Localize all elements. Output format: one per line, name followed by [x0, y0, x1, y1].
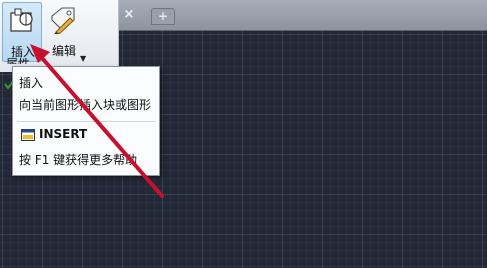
- edit-label: 编辑: [51, 44, 76, 58]
- close-tab-icon[interactable]: ×: [122, 8, 136, 22]
- new-tab-button[interactable]: +: [151, 8, 175, 25]
- tooltip-title: 插入: [19, 76, 44, 90]
- insert-block-icon: [10, 8, 33, 32]
- tooltip-divider: [17, 121, 155, 122]
- insert-tooltip: 插入 向当前图形插入块或图形 INSERT 按 F1 键获得更多帮助: [12, 66, 160, 176]
- ribbon-panel-block: 插入 编辑 属性 ▼: [0, 0, 119, 90]
- tooltip-description: 向当前图形插入块或图形: [19, 98, 152, 112]
- tooltip-help-hint: 按 F1 键获得更多帮助: [19, 153, 138, 167]
- edit-attribute-icon: [51, 7, 75, 34]
- edit-attribute-button[interactable]: 编辑: [46, 2, 82, 62]
- insert-button[interactable]: 插入: [2, 2, 42, 62]
- edit-label-line2: 属性: [6, 57, 31, 64]
- chevron-down-icon[interactable]: ▼: [80, 54, 86, 63]
- command-line-icon: [21, 129, 35, 141]
- tooltip-command: INSERT: [39, 127, 88, 141]
